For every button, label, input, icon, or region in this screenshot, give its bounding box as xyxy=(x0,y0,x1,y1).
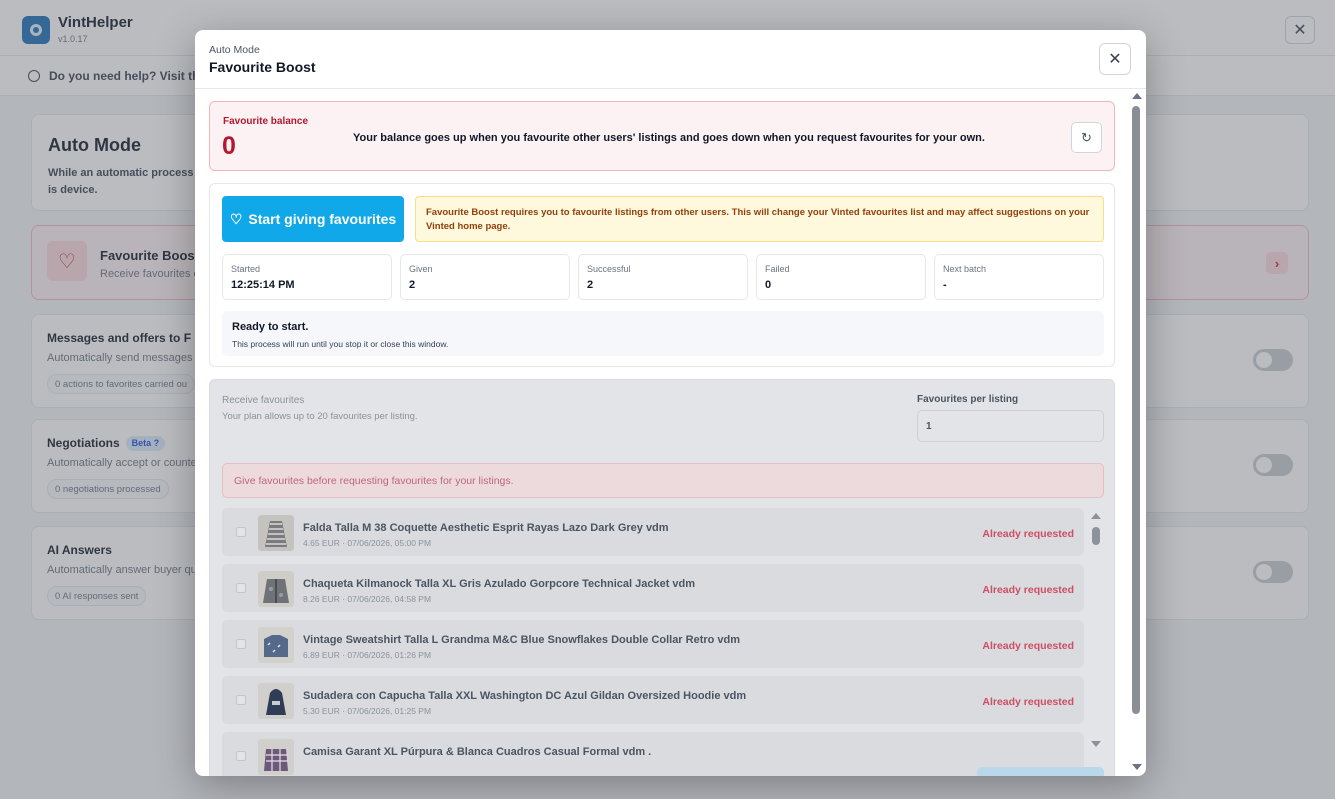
listing-name: Camisa Garant XL Púrpura & Blanca Cuadro… xyxy=(303,746,652,758)
request-favourites-button[interactable] xyxy=(977,767,1104,776)
balance-value: 0 xyxy=(222,132,236,160)
listing-status: Already requested xyxy=(982,640,1074,652)
listing-meta: 6.89 EUR · 07/06/2026, 01:26 PM xyxy=(303,650,432,660)
stat-value: 12:25:14 PM xyxy=(231,279,295,291)
modal-subtitle: Auto Mode xyxy=(209,44,260,56)
listing-meta: 4.65 EUR · 07/06/2026, 05:00 PM xyxy=(303,538,432,548)
stat-value: 2 xyxy=(409,279,416,291)
refresh-icon[interactable]: ↻ xyxy=(1071,122,1102,153)
scroll-up-icon[interactable] xyxy=(1132,93,1142,99)
listing-thumbnail xyxy=(258,571,294,607)
stat-label: Successful xyxy=(587,264,631,274)
scroll-up-icon[interactable] xyxy=(1091,513,1101,519)
listing-name: Vintage Sweatshirt Talla L Grandma M&C B… xyxy=(303,634,741,646)
listing-checkbox[interactable] xyxy=(236,583,246,593)
listing-status: Already requested xyxy=(982,528,1074,540)
stat-value: 0 xyxy=(765,279,772,291)
listing-checkbox[interactable] xyxy=(236,695,246,705)
stat-label: Failed xyxy=(765,264,790,274)
stat-successful: Successful 2 xyxy=(578,254,748,300)
error-notice: Give favourites before requesting favour… xyxy=(222,463,1104,498)
start-giving-favourites-button[interactable]: ♡ Start giving favourites xyxy=(222,196,404,242)
listing-thumbnail xyxy=(258,683,294,719)
listing-name: Sudadera con Capucha Talla XXL Washingto… xyxy=(303,690,747,702)
modal-title: Favourite Boost xyxy=(209,59,316,75)
listing-checkbox[interactable] xyxy=(236,639,246,649)
listing-item[interactable]: Camisa Garant XL Púrpura & Blanca Cuadro… xyxy=(222,732,1084,776)
stat-value: - xyxy=(943,279,947,291)
receive-favourites-panel: Receive favourites Your plan allows up t… xyxy=(209,379,1115,776)
status-subtitle: This process will run until you stop it … xyxy=(232,339,449,349)
modal-body: Favourite balance 0 Your balance goes up… xyxy=(195,89,1146,776)
listing-item[interactable]: Vintage Sweatshirt Talla L Grandma M&C B… xyxy=(222,620,1084,668)
stat-label: Next batch xyxy=(943,264,987,274)
stat-next-batch: Next batch - xyxy=(934,254,1104,300)
listing-item[interactable]: Sudadera con Capucha Talla XXL Washingto… xyxy=(222,676,1084,724)
listing-item[interactable]: Falda Talla M 38 Coquette Aesthetic Espr… xyxy=(222,508,1084,556)
process-status: Ready to start. This process will run un… xyxy=(222,311,1104,356)
scroll-down-icon[interactable] xyxy=(1091,741,1101,747)
modal-close-button[interactable]: ✕ xyxy=(1099,43,1131,75)
listing-checkbox[interactable] xyxy=(236,751,246,761)
stat-label: Started xyxy=(231,264,261,274)
favourite-boost-modal: Auto Mode Favourite Boost ✕ Favourite ba… xyxy=(195,30,1146,776)
favourites-per-listing-label: Favourites per listing xyxy=(917,394,1019,405)
status-title: Ready to start. xyxy=(232,321,309,333)
start-button-label: Start giving favourites xyxy=(248,211,397,227)
stat-given: Given 2 xyxy=(400,254,570,300)
give-favourites-panel: ♡ Start giving favourites Favourite Boos… xyxy=(209,183,1115,367)
listing-checkbox[interactable] xyxy=(236,527,246,537)
stat-value: 2 xyxy=(587,279,594,291)
favourite-balance-panel: Favourite balance 0 Your balance goes up… xyxy=(209,101,1115,171)
warning-notice: Favourite Boost requires you to favourit… xyxy=(415,196,1104,242)
listing-meta: 5.30 EUR · 07/06/2026, 01:25 PM xyxy=(303,706,432,716)
stat-failed: Failed 0 xyxy=(756,254,926,300)
listings-list: Falda Talla M 38 Coquette Aesthetic Espr… xyxy=(222,508,1104,776)
modal-scrollbar[interactable] xyxy=(1130,89,1142,776)
stat-started: Started 12:25:14 PM xyxy=(222,254,392,300)
balance-description: Your balance goes up when you favourite … xyxy=(353,132,985,144)
listing-status: Already requested xyxy=(982,696,1074,708)
favourites-per-listing-input[interactable]: 1 xyxy=(917,410,1104,442)
listing-status: Already requested xyxy=(982,584,1074,596)
listing-meta: 8.26 EUR · 07/06/2026, 04:58 PM xyxy=(303,594,432,604)
scrollbar-thumb[interactable] xyxy=(1092,527,1100,545)
stat-label: Given xyxy=(409,264,433,274)
scrollbar-thumb[interactable] xyxy=(1132,106,1140,714)
listing-name: Chaqueta Kilmanock Talla XL Gris Azulado… xyxy=(303,578,696,590)
scroll-down-icon[interactable] xyxy=(1132,764,1142,770)
listing-thumbnail xyxy=(258,627,294,663)
listing-thumbnail xyxy=(258,739,294,775)
balance-label: Favourite balance xyxy=(223,116,309,127)
listings-scrollbar[interactable] xyxy=(1090,508,1102,776)
listing-name: Falda Talla M 38 Coquette Aesthetic Espr… xyxy=(303,522,669,534)
heart-icon: ♡ xyxy=(229,210,243,227)
receive-subtitle: Your plan allows up to 20 favourites per… xyxy=(222,411,418,422)
listing-item[interactable]: Chaqueta Kilmanock Talla XL Gris Azulado… xyxy=(222,564,1084,612)
receive-title: Receive favourites xyxy=(222,395,305,406)
listing-thumbnail xyxy=(258,515,294,551)
